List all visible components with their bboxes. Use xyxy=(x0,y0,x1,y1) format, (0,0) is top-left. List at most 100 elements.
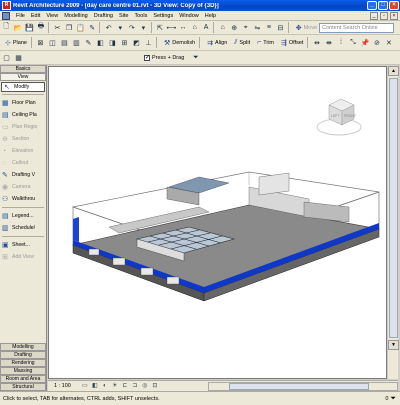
cut-geometry-icon[interactable]: ◩ xyxy=(131,37,142,48)
horizontal-scroll-thumb[interactable] xyxy=(229,382,369,390)
pin-icon[interactable]: 📌 xyxy=(359,37,370,48)
vertical-scrollbar[interactable]: ▲ ▼ xyxy=(387,66,399,379)
tab-rendering[interactable]: Rendering xyxy=(0,359,46,367)
unpin-icon[interactable]: ⊘ xyxy=(371,37,382,48)
tag-icon[interactable]: ⌂ xyxy=(189,22,200,33)
move-button[interactable]: ✥ Move xyxy=(294,22,319,34)
mirror-draw-icon[interactable]: ⇼ xyxy=(323,37,334,48)
mirror-icon[interactable]: ⇹ xyxy=(311,37,322,48)
floor-plan-tool[interactable]: ▦ Floor Plan xyxy=(0,97,46,109)
detail-level-icon[interactable]: ▭ xyxy=(81,382,89,390)
crop-icon[interactable]: ⊏ xyxy=(121,382,129,390)
menu-modelling[interactable]: Modelling xyxy=(61,13,91,19)
section-view-icon[interactable]: ⊕ xyxy=(229,22,240,33)
doc-minimize-button[interactable]: _ xyxy=(370,11,378,20)
view-scale[interactable]: 1 : 100 xyxy=(54,383,71,389)
press-drag-option[interactable]: Press + Drag xyxy=(144,53,184,63)
linework-icon[interactable]: ✎ xyxy=(83,37,94,48)
undo-icon[interactable]: ↶ xyxy=(103,22,114,33)
plan-region-tool[interactable]: ▭ Plan Regio xyxy=(0,121,46,133)
reference-plane-icon[interactable]: ◫ xyxy=(47,37,58,48)
default-3d-view-icon[interactable]: ⌂ xyxy=(217,22,228,33)
elevation-tool[interactable]: ◔ Elevation xyxy=(0,145,46,157)
menu-view[interactable]: View xyxy=(43,13,61,19)
close-hidden-icon[interactable]: ⊟ xyxy=(275,22,286,33)
tab-massing[interactable]: Massing xyxy=(0,367,46,375)
scroll-thumb[interactable] xyxy=(389,78,398,338)
save-icon[interactable]: 💾 xyxy=(24,22,35,33)
menu-tools[interactable]: Tools xyxy=(131,13,150,19)
type-properties-small-icon[interactable]: ▦ xyxy=(13,52,24,63)
horizontal-scrollbar[interactable] xyxy=(208,381,398,391)
shadows-icon[interactable]: ◐ xyxy=(101,382,109,390)
menu-settings[interactable]: Settings xyxy=(150,13,176,19)
filter-icon[interactable]: ⏷ xyxy=(390,395,396,403)
menu-window[interactable]: Window xyxy=(176,13,202,19)
viewcube[interactable]: LEFT FRONT xyxy=(316,98,362,136)
menu-help[interactable]: Help xyxy=(202,13,219,19)
array-icon[interactable]: ⁞ xyxy=(335,37,346,48)
tab-structural[interactable]: Structural xyxy=(0,383,46,391)
menu-edit[interactable]: Edit xyxy=(28,13,43,19)
section-tool[interactable]: ⊖ Section xyxy=(0,133,46,145)
wall-joins-icon[interactable]: ⊥ xyxy=(143,37,154,48)
demolish-button[interactable]: ⚒ Demolish xyxy=(162,37,197,49)
menu-site[interactable]: Site xyxy=(116,13,131,19)
add-view-tool[interactable]: ⊞ Add View xyxy=(0,251,46,263)
copy-icon[interactable]: ❐ xyxy=(64,22,75,33)
paste-icon[interactable]: 📋 xyxy=(75,22,86,33)
3d-view-canvas[interactable]: LEFT FRONT xyxy=(48,66,387,379)
walkthrough-tool[interactable]: ⚇ Walkthrou xyxy=(0,193,46,205)
maximize-button[interactable]: □ xyxy=(378,1,388,10)
text-icon[interactable]: A xyxy=(201,22,212,33)
type-properties-icon[interactable]: ▥ xyxy=(71,37,82,48)
type-selector-icon[interactable]: ▢ xyxy=(1,52,12,63)
tab-view[interactable]: View xyxy=(0,73,46,81)
offset-button[interactable]: ⇶ Offset xyxy=(279,37,305,49)
menu-drafting[interactable]: Drafting xyxy=(91,13,116,19)
print-icon[interactable]: 🖶 xyxy=(36,22,47,33)
press-drag-checkbox[interactable] xyxy=(144,54,150,61)
minimize-button[interactable]: _ xyxy=(367,1,377,10)
camera-view-icon[interactable]: ⌖ xyxy=(241,22,252,33)
split-button[interactable]: ⫽ Split xyxy=(232,37,252,49)
join-geometry-icon[interactable]: ⊞ xyxy=(119,37,130,48)
undo-dropdown-icon[interactable]: ▾ xyxy=(115,22,126,33)
ceiling-plan-tool[interactable]: ▤ Ceiling Pla xyxy=(0,109,46,121)
menu-file[interactable]: File xyxy=(13,13,28,19)
split-face-icon[interactable]: ◨ xyxy=(107,37,118,48)
delete-icon[interactable]: ✕ xyxy=(383,37,394,48)
sun-icon[interactable]: ☀ xyxy=(111,382,119,390)
sheet-tool[interactable]: ▣ Sheet... xyxy=(0,239,46,251)
select-icon[interactable]: ⇱ xyxy=(155,22,166,33)
content-search-input[interactable]: Content Search Online xyxy=(319,22,395,33)
camera-tool[interactable]: ◉ Camera xyxy=(0,181,46,193)
walkthrough-icon[interactable]: ⇋ xyxy=(252,22,263,33)
paint-icon[interactable]: ◧ xyxy=(95,37,106,48)
resize-icon[interactable]: ⤡ xyxy=(347,37,358,48)
show-icon[interactable]: ⊠ xyxy=(35,37,46,48)
reveal-hidden-icon[interactable]: ⊡ xyxy=(151,382,159,390)
modify-tool[interactable]: ↖ Modify xyxy=(1,82,45,92)
measure-icon[interactable]: ⟷ xyxy=(166,22,177,33)
redo-icon[interactable]: ↷ xyxy=(127,22,138,33)
legend-tool[interactable]: ▤ Legend... xyxy=(0,210,46,222)
close-button[interactable]: × xyxy=(389,1,399,10)
tab-room-and-area[interactable]: Room and Area xyxy=(0,375,46,383)
filter-icon[interactable]: ⏷ xyxy=(190,52,201,63)
drafting-view-tool[interactable]: ✎ Drafting V xyxy=(0,169,46,181)
doc-close-button[interactable]: × xyxy=(390,11,398,20)
hide-isolate-icon[interactable]: ◎ xyxy=(141,382,149,390)
doc-restore-button[interactable]: ▫ xyxy=(380,11,388,20)
new-icon[interactable]: 🗋 xyxy=(1,22,12,33)
tab-drafting[interactable]: Drafting xyxy=(0,351,46,359)
dimension-icon[interactable]: ↔ xyxy=(178,22,189,33)
callout-tool[interactable]: ◌ Callout xyxy=(0,157,46,169)
thin-lines-icon[interactable]: ≡ xyxy=(264,22,275,33)
open-icon[interactable]: 📂 xyxy=(13,22,24,33)
model-graphics-style-icon[interactable]: ◧ xyxy=(91,382,99,390)
element-properties-icon[interactable]: ▤ xyxy=(59,37,70,48)
scroll-down-icon[interactable]: ▼ xyxy=(388,340,399,350)
redo-dropdown-icon[interactable]: ▾ xyxy=(138,22,149,33)
cut-icon[interactable]: ✂ xyxy=(52,22,63,33)
